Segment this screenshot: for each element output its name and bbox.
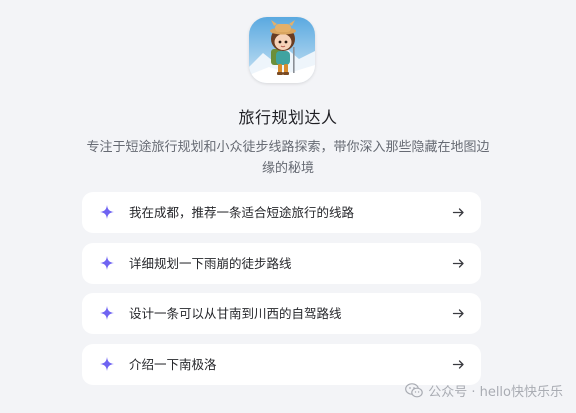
sparkle-icon (100, 205, 114, 219)
agent-description: 专注于短途旅行规划和小众徒步线路探索，带你深入那些隐藏在地图边缘的秘境 (86, 140, 490, 176)
agent-avatar (249, 17, 315, 83)
watermark-text: 公众号 · hello快快乐乐 (428, 385, 563, 400)
suggestion-card-chengdu[interactable]: 我在成都，推荐一条适合短途旅行的线路 (82, 192, 481, 233)
suggestion-label: 介绍一下南极洛 (129, 356, 217, 372)
suggestion-card-nanjiluo[interactable]: 介绍一下南极洛 (82, 343, 481, 385)
arrow-right-icon (452, 309, 464, 318)
sparkle-icon (100, 255, 114, 270)
agent-intro-page: 旅行规划达人 专注于短途旅行规划和小众徒步线路探索，带你深入那些隐藏在地图边缘的… (0, 0, 576, 413)
agent-name: 旅行规划达人 (238, 108, 338, 127)
suggestion-list: 我在成都，推荐一条适合短途旅行的线路 详细规划一下雨崩的徒步路线 设计一条可以从… (82, 192, 481, 394)
arrow-right-icon (452, 258, 464, 268)
sparkle-icon (100, 356, 114, 371)
wechat-icon (405, 383, 423, 398)
suggestion-card-gannan[interactable]: 设计一条可以从甘南到川西的自驾路线 (82, 293, 481, 334)
suggestion-label: 我在成都，推荐一条适合短途旅行的线路 (129, 205, 355, 220)
sparkle-icon (100, 306, 114, 320)
suggestion-card-yubeng[interactable]: 详细规划一下雨崩的徒步路线 (82, 242, 481, 284)
arrow-right-icon (452, 359, 464, 369)
hiker-character-avatar-icon (249, 17, 315, 83)
suggestion-label: 详细规划一下雨崩的徒步路线 (129, 255, 292, 271)
suggestion-label: 设计一条可以从甘南到川西的自驾路线 (129, 306, 342, 321)
arrow-right-icon (452, 208, 464, 217)
watermark: 公众号 · hello快快乐乐 (405, 381, 563, 400)
